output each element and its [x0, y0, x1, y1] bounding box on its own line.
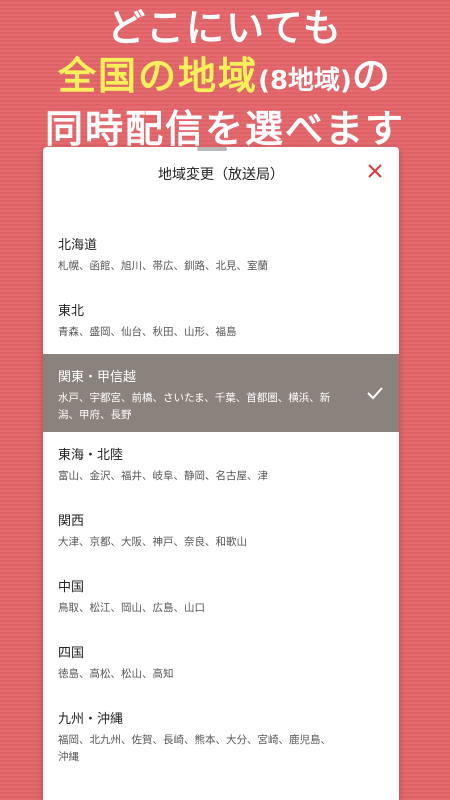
region-name: 北海道: [58, 238, 98, 253]
headline-line-3: 同時配信を選べます: [44, 107, 405, 151]
region-item-kanto-koshinetsu[interactable]: 関東・甲信越 水戸、宇都宮、前橋、さいたま、千葉、首都圏、横浜、新潟、甲府、長野: [43, 354, 399, 432]
region-name: 東北: [58, 304, 85, 319]
headline-accent: 全国の地域: [58, 54, 259, 98]
region-cities: 青森、盛岡、仙台、秋田、山形、福島: [58, 326, 237, 338]
region-item-tokai-hokuriku[interactable]: 東海・北陸 富山、金沢、福井、岐阜、静岡、名古屋、津: [43, 432, 399, 498]
region-bottom-sheet: 地域変更（放送局） 北海道 札幌、函館、旭川、帯広、釧路、北見、室蘭 東北 青森…: [43, 147, 399, 800]
sheet-title: 地域変更（放送局）: [158, 167, 284, 183]
region-name: 中国: [58, 580, 85, 595]
headline-line-1: どこにいても: [107, 6, 343, 50]
sheet-drag-handle[interactable]: [197, 147, 227, 151]
region-item-kansai[interactable]: 関西 大津、京都、大阪、神戸、奈良、和歌山: [43, 498, 399, 564]
region-cities: 大津、京都、大阪、神戸、奈良、和歌山: [58, 536, 247, 548]
region-item-kyushu-okinawa[interactable]: 九州・沖縄 福岡、北九州、佐賀、長崎、熊本、大分、宮崎、鹿児島、沖縄: [43, 696, 399, 774]
region-item-shikoku[interactable]: 四国 徳島、高松、松山、高知: [43, 630, 399, 696]
region-cities: 福岡、北九州、佐賀、長崎、熊本、大分、宮崎、鹿児島、沖縄: [58, 734, 331, 763]
headline-particle: の: [351, 54, 392, 98]
close-icon[interactable]: [363, 159, 387, 183]
close-icon-glyph: [368, 164, 382, 178]
region-cities: 札幌、函館、旭川、帯広、釧路、北見、室蘭: [58, 260, 268, 272]
sheet-header: 地域変更（放送局）: [43, 147, 399, 199]
check-icon: [367, 387, 383, 400]
region-name: 東海・北陸: [58, 448, 124, 463]
region-item-hokkaido[interactable]: 北海道 札幌、函館、旭川、帯広、釧路、北見、室蘭: [43, 222, 399, 288]
region-name: 関東・甲信越: [58, 370, 137, 385]
region-cities: 徳島、高松、松山、高知: [58, 668, 174, 680]
headline-line-2: 全国の地域(8地域)の: [0, 52, 450, 105]
region-name: 関西: [58, 514, 85, 529]
region-cities: 水戸、宇都宮、前橋、さいたま、千葉、首都圏、横浜、新潟、甲府、長野: [58, 392, 331, 421]
region-item-tohoku[interactable]: 東北 青森、盛岡、仙台、秋田、山形、福島: [43, 288, 399, 354]
headline-paren: (8地域): [258, 66, 352, 96]
promo-headline: どこにいても 全国の地域(8地域)の 同時配信を選べます: [0, 4, 450, 153]
region-name: 四国: [58, 646, 85, 661]
region-name: 九州・沖縄: [58, 712, 124, 727]
region-cities: 富山、金沢、福井、岐阜、静岡、名古屋、津: [58, 470, 268, 482]
region-item-chugoku[interactable]: 中国 鳥取、松江、岡山、広島、山口: [43, 564, 399, 630]
region-cities: 鳥取、松江、岡山、広島、山口: [58, 602, 205, 614]
region-list: 北海道 札幌、函館、旭川、帯広、釧路、北見、室蘭 東北 青森、盛岡、仙台、秋田、…: [43, 222, 399, 774]
